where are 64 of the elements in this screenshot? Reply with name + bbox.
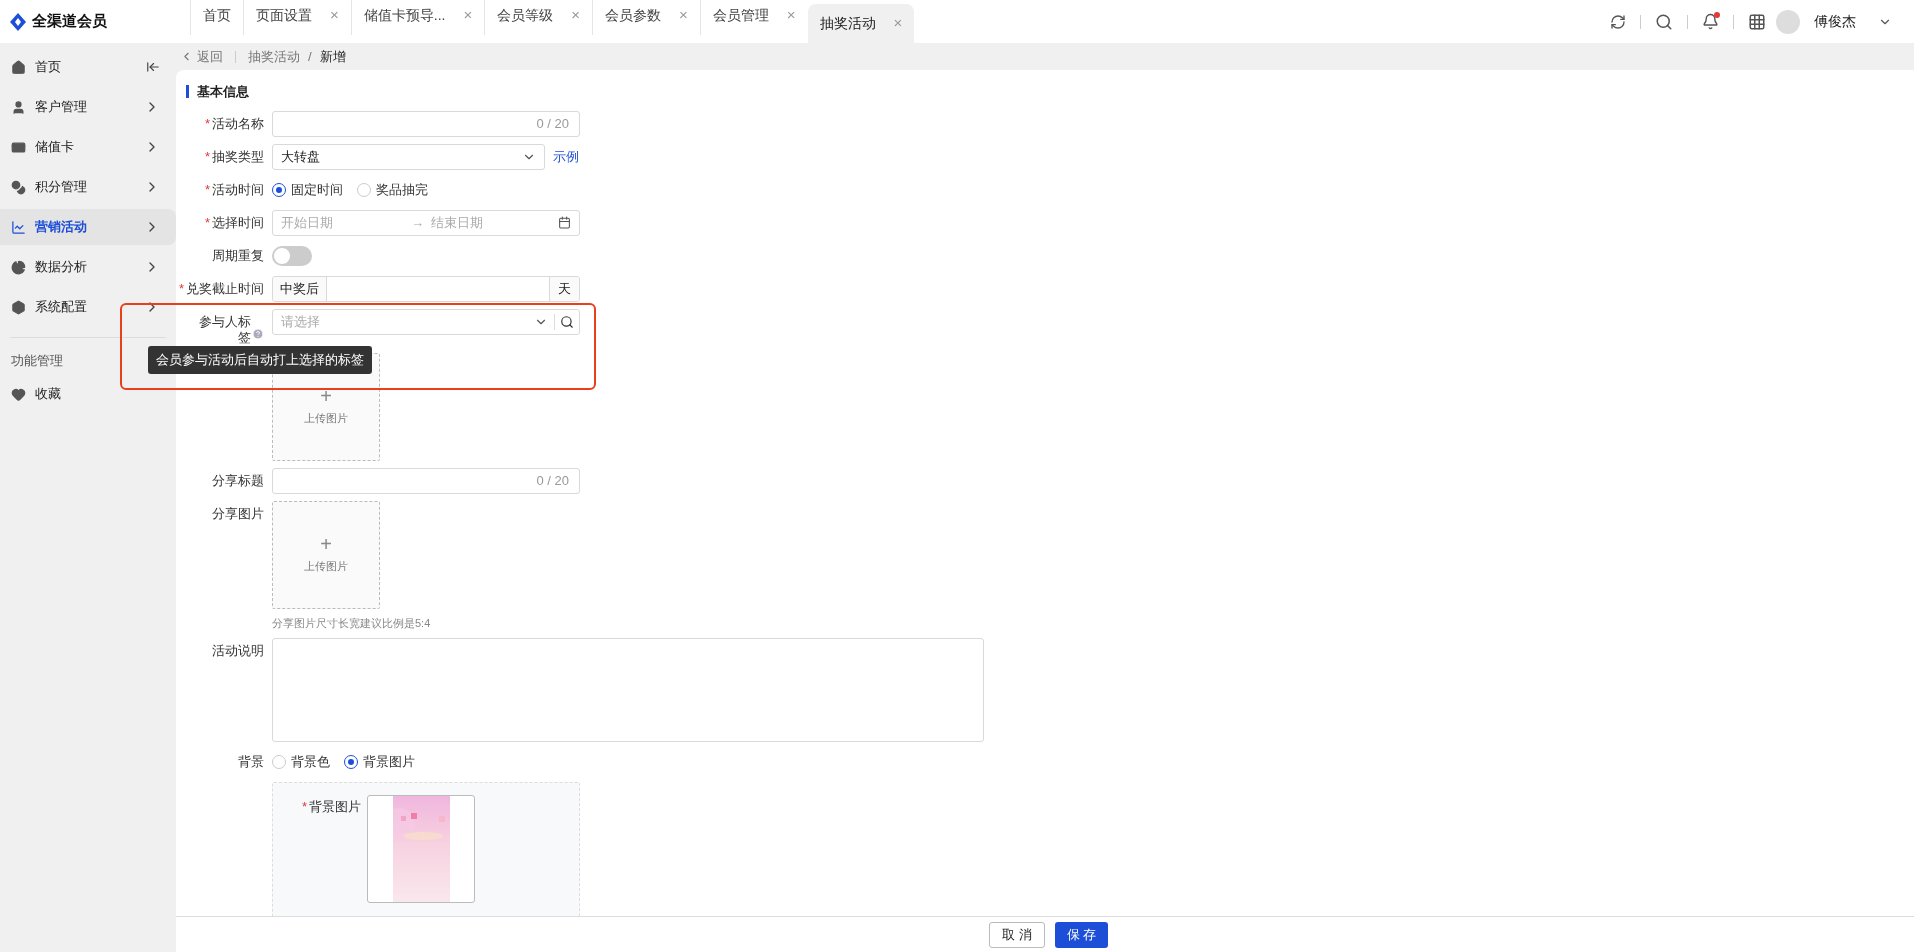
user-icon [11, 99, 26, 115]
field-label: 分享图片 [212, 505, 264, 522]
sidebar-item[interactable]: 营销活动 [0, 209, 176, 245]
breadcrumb-separator: / [308, 47, 312, 66]
type-select[interactable]: 大转盘 [272, 143, 545, 170]
radio-option[interactable]: 固定时间 [272, 179, 343, 200]
tab[interactable]: 会员等级 × [484, 0, 592, 35]
example-link[interactable]: 示例 [553, 146, 579, 167]
back-link[interactable]: 返回 [180, 46, 223, 67]
calendar-icon [558, 216, 571, 229]
tab[interactable]: 页面设置 × [243, 0, 351, 35]
field-label: *抽奖类型 [204, 148, 264, 165]
field-label: *选择时间 [204, 214, 264, 231]
cancel-button[interactable]: 取 消 [989, 921, 1045, 948]
upload-area[interactable]: + 上传图片 [272, 500, 380, 609]
coins-icon [11, 179, 26, 195]
toggle-switch[interactable] [272, 245, 312, 266]
field-label: *活动名称 [204, 115, 264, 132]
logo-icon [10, 12, 26, 31]
tab[interactable]: 首页 [190, 0, 243, 35]
radio-option[interactable]: 奖品抽完 [357, 179, 428, 200]
search-icon[interactable] [1655, 12, 1673, 31]
sidebar-item[interactable]: 数据分析 [0, 249, 176, 285]
tooltip: 会员参与活动后自动打上选择的标签 [148, 346, 372, 374]
sidebar-item[interactable]: 收藏 [0, 376, 176, 412]
image-thumbnail[interactable] [367, 795, 475, 903]
section-label: 功能管理 [11, 352, 63, 371]
tab[interactable]: 会员参数 × [591, 0, 700, 35]
collapse-icon[interactable] [146, 60, 160, 74]
sidebar-item[interactable]: 系统配置 [0, 289, 176, 325]
home-icon [11, 59, 26, 75]
tab[interactable]: 会员管理 × [699, 0, 808, 35]
heart-icon [11, 386, 26, 402]
hint-text: 分享图片尺寸长宽建议比例是5:4 [272, 615, 431, 631]
save-button[interactable]: 保 存 [1054, 921, 1109, 948]
field-label: 分享标题 [212, 472, 264, 489]
user-name[interactable]: 傅俊杰 [1814, 11, 1856, 32]
tab[interactable]: 抽奖活动 × [807, 4, 915, 43]
sidebar-item[interactable]: 积分管理 [0, 169, 176, 205]
field-label: *背景图片 [300, 798, 361, 816]
search-icon[interactable] [560, 314, 574, 329]
sidebar-item[interactable]: 储值卡 [0, 129, 176, 165]
hexagon-icon [11, 299, 26, 315]
app-name: 全渠道会员 [32, 11, 107, 32]
pie-chart-icon [11, 259, 26, 275]
field-label: *活动时间 [204, 181, 264, 198]
field-label: 参与人标签 [198, 313, 251, 346]
apps-grid-icon[interactable] [1748, 12, 1766, 31]
field-label: *兑奖截止时间 [178, 280, 264, 297]
card-icon [11, 139, 26, 155]
section-title: 基本信息 [197, 83, 249, 101]
sidebar-item[interactable]: 客户管理 [0, 89, 176, 125]
tab[interactable]: 储值卡预导... × [350, 0, 485, 35]
field-label: 活动说明 [212, 643, 264, 659]
field-label: 背景 [238, 754, 264, 770]
radio-option[interactable]: 背景图片 [344, 752, 415, 772]
sidebar-item[interactable]: 首页 [0, 49, 176, 85]
refresh-icon[interactable] [1610, 13, 1626, 30]
notification-icon[interactable] [1702, 13, 1719, 30]
breadcrumb-current: 新增 [319, 47, 346, 66]
chart-icon [11, 219, 26, 235]
field-label: 周期重复 [212, 247, 264, 264]
breadcrumb-link[interactable]: 抽奖活动 [248, 46, 300, 67]
radio-option[interactable]: 背景色 [272, 752, 330, 772]
